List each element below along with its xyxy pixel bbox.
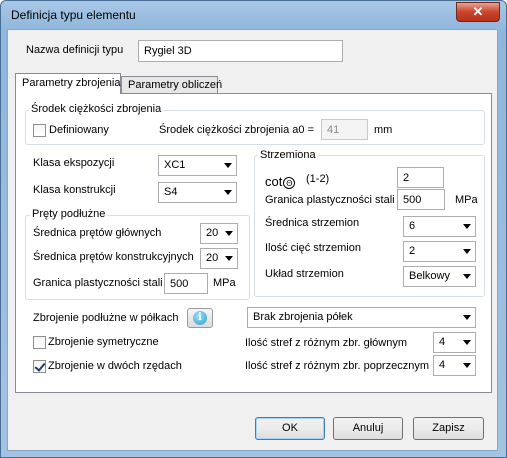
tab-parametry-zbrojenia[interactable]: Parametry zbrojenia: [15, 73, 121, 94]
flange-info-button[interactable]: i: [187, 308, 213, 328]
chevron-down-icon: [225, 231, 233, 236]
definiowany-label: Definiowany: [49, 124, 109, 136]
save-label: Zapisz: [432, 422, 465, 434]
chevron-down-icon: [463, 340, 471, 345]
transverse-zones-value: 4: [439, 359, 446, 371]
construction-bars-diameter-value: 20: [206, 252, 219, 264]
save-button[interactable]: Zapisz: [413, 417, 484, 440]
cot-input[interactable]: 2: [397, 167, 444, 188]
transverse-zones-label: Ilość stref z różnym zbr. poprzecznym: [245, 360, 429, 372]
cot-text: cot: [265, 174, 283, 189]
chevron-down-icon: [225, 256, 233, 261]
a0-input[interactable]: 41: [321, 119, 368, 140]
symmetric-reinforcement-checkbox[interactable]: [33, 336, 46, 349]
stirrup-legs-value: 2: [409, 245, 416, 257]
construction-bars-diameter-select[interactable]: 20: [200, 248, 238, 269]
chevron-down-icon: [463, 249, 471, 254]
cot-symbol: cot Θ: [265, 174, 296, 189]
type-name-value: Rygiel 3D: [144, 45, 192, 57]
bars-yield-strength-label: Granica plastyczności stali: [33, 277, 163, 289]
info-icon: i: [193, 311, 207, 325]
window-title: Definicja typu elementu: [11, 8, 136, 22]
longitudinal-bars-group-title: Pręty podłużne: [30, 208, 108, 220]
theta-text: Θ: [283, 177, 296, 189]
stirrups-yield-strength-input[interactable]: 500: [397, 189, 445, 210]
cot-range-label: (1-2): [306, 173, 330, 185]
stirrups-yield-strength-label: Granica plastyczności stali: [265, 194, 395, 206]
two-rows-label: Zbrojenie w dwóch rzędach: [48, 360, 182, 372]
stirrups-yield-strength-unit: MPa: [455, 194, 478, 206]
chevron-down-icon: [463, 224, 471, 229]
flange-reinforcement-select[interactable]: Brak zbrojenia półek: [247, 307, 476, 328]
stirrup-layout-label: Układ strzemion: [265, 268, 344, 280]
chevron-down-icon: [463, 315, 471, 320]
chevron-down-icon: [224, 163, 232, 168]
center-of-gravity-group-title: Środek ciężkości zbrojenia: [29, 103, 164, 115]
stirrup-layout-select[interactable]: Belkowy: [403, 266, 476, 287]
flange-reinforcement-label: Zbrojenie podłużne w półkach: [33, 312, 179, 324]
stirrup-legs-select[interactable]: 2: [403, 241, 476, 262]
a0-unit: mm: [374, 124, 393, 136]
exposure-class-label: Klasa ekspozycji: [33, 157, 115, 169]
chevron-down-icon: [463, 274, 471, 279]
bars-yield-strength-value: 500: [170, 278, 189, 290]
a0-label: Środek ciężkości zbrojenia a0 =: [159, 124, 314, 136]
chevron-down-icon: [224, 190, 232, 195]
ok-label: OK: [282, 422, 298, 434]
stirrups-diameter-label: Średnica strzemion: [265, 217, 360, 229]
type-name-input[interactable]: Rygiel 3D: [138, 40, 343, 62]
transverse-zones-select[interactable]: 4: [433, 355, 476, 376]
structure-class-select[interactable]: S4: [158, 182, 237, 203]
main-zones-value: 4: [439, 336, 446, 348]
main-zones-label: Ilość stref z różnym zbr. głównym: [245, 337, 407, 349]
ok-button[interactable]: OK: [255, 417, 325, 440]
definiowany-checkbox[interactable]: [33, 124, 46, 137]
tab-parametry-obliczen[interactable]: Parametry obliczeń: [121, 76, 222, 94]
cot-value: 2: [403, 172, 410, 184]
main-zones-select[interactable]: 4: [433, 332, 476, 353]
structure-class-label: Klasa konstrukcji: [33, 184, 116, 196]
bars-yield-strength-unit: MPa: [213, 277, 236, 289]
two-rows-checkbox[interactable]: [33, 360, 46, 373]
stirrup-layout-value: Belkowy: [409, 270, 450, 282]
structure-class-value: S4: [164, 186, 178, 198]
tab-label: Parametry obliczeń: [128, 79, 223, 91]
close-button[interactable]: ✕: [456, 2, 500, 22]
main-bars-diameter-label: Średnica prętów głównych: [33, 227, 162, 239]
tab-label: Parametry zbrojenia: [22, 77, 121, 89]
cancel-button[interactable]: Anuluj: [333, 417, 403, 440]
main-bars-diameter-value: 20: [206, 227, 219, 239]
cancel-label: Anuluj: [352, 422, 384, 434]
stirrup-legs-label: Ilość cięć strzemion: [265, 242, 361, 254]
exposure-class-value: XC1: [164, 159, 186, 171]
close-icon: ✕: [472, 4, 484, 19]
a0-value: 41: [327, 124, 340, 136]
stirrups-diameter-select[interactable]: 6: [403, 216, 476, 237]
chevron-down-icon: [463, 363, 471, 368]
bars-yield-strength-input[interactable]: 500: [164, 273, 208, 294]
stirrups-yield-strength-value: 500: [403, 194, 422, 206]
stirrups-diameter-value: 6: [409, 220, 416, 232]
title-bar[interactable]: Definicja typu elementu ✕: [1, 1, 506, 31]
symmetric-reinforcement-label: Zbrojenie symetryczne: [48, 336, 159, 348]
type-name-label: Nazwa definicji typu: [26, 44, 124, 56]
flange-reinforcement-value: Brak zbrojenia półek: [253, 311, 353, 323]
construction-bars-diameter-label: Średnica prętów konstrukcyjnych: [33, 251, 194, 263]
exposure-class-select[interactable]: XC1: [158, 155, 237, 176]
main-bars-diameter-select[interactable]: 20: [200, 223, 238, 244]
stirrups-group-title: Strzemiona: [258, 149, 318, 161]
